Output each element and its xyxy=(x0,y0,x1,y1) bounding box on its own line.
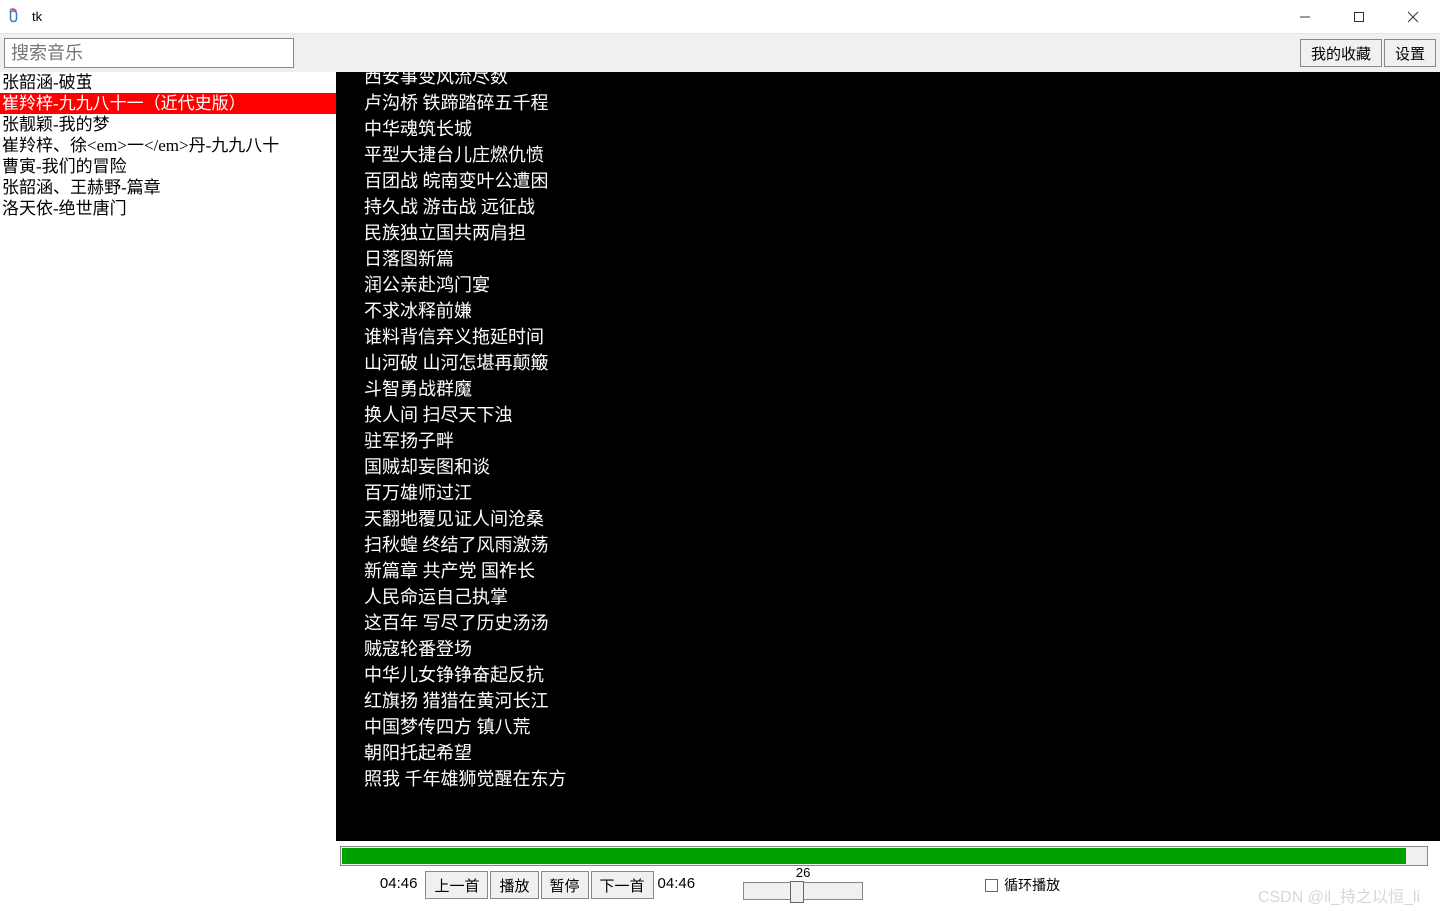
lyric-line: 朝阳托起希望 xyxy=(364,740,1440,766)
lyric-line: 中国梦传四方 镇八荒 xyxy=(364,714,1440,740)
lyric-line: 百万雄师过江 xyxy=(364,480,1440,506)
lyric-line: 中华魂筑长城 xyxy=(364,116,1440,142)
loop-label: 循环播放 xyxy=(1004,875,1060,895)
lyric-line: 百团战 皖南变叶公遭困 xyxy=(364,168,1440,194)
lyric-line: 平型大捷台儿庄燃仇愤 xyxy=(364,142,1440,168)
lyric-line: 红旗扬 猎猎在黄河长江 xyxy=(364,688,1440,714)
loop-checkbox[interactable]: 循环播放 xyxy=(985,875,1060,895)
list-item[interactable]: 洛天依-绝世唐门 xyxy=(0,198,336,219)
progress-row xyxy=(0,841,1440,867)
lyric-line: 扫秋蝗 终结了风雨激荡 xyxy=(364,532,1440,558)
lyrics-pane: 西安事变风流尽数卢沟桥 铁蹄踏碎五千程中华魂筑长城平型大捷台儿庄燃仇愤百团战 皖… xyxy=(336,72,1440,841)
lyric-line: 谁料背信弃义拖延时间 xyxy=(364,324,1440,350)
list-item[interactable]: 张韶涵-破茧 xyxy=(0,72,336,93)
lyric-line: 不求冰释前嫌 xyxy=(364,298,1440,324)
pause-button[interactable]: 暂停 xyxy=(541,871,589,899)
maximize-button[interactable] xyxy=(1332,0,1386,33)
total-time: 04:46 xyxy=(656,871,702,892)
play-button[interactable]: 播放 xyxy=(490,871,538,899)
list-item[interactable]: 崔羚梓-九九八十一（近代史版） xyxy=(0,93,336,114)
progress-bar[interactable] xyxy=(340,846,1428,866)
window-title: tk xyxy=(32,9,1278,24)
lyric-line: 人民命运自己执掌 xyxy=(364,584,1440,610)
list-item[interactable]: 崔羚梓、徐<em>一</em>丹-九九八十 xyxy=(0,135,336,156)
lyric-line: 换人间 扫尽天下浊 xyxy=(364,402,1440,428)
current-time: 04:46 xyxy=(380,871,424,892)
lyric-line: 国贼却妄图和谈 xyxy=(364,454,1440,480)
lyric-line: 持久战 游击战 远征战 xyxy=(364,194,1440,220)
lyric-line: 斗智勇战群魔 xyxy=(364,376,1440,402)
lyric-line: 卢沟桥 铁蹄踏碎五千程 xyxy=(364,90,1440,116)
minimize-button[interactable] xyxy=(1278,0,1332,33)
next-button[interactable]: 下一首 xyxy=(591,871,654,899)
lyric-line: 民族独立国共两肩担 xyxy=(364,220,1440,246)
favorites-button[interactable]: 我的收藏 xyxy=(1300,39,1382,67)
list-item[interactable]: 张韶涵、王赫野-篇章 xyxy=(0,177,336,198)
slider-value: 26 xyxy=(796,865,810,880)
progress-fill xyxy=(342,848,1406,864)
app-icon xyxy=(6,8,24,26)
lyric-line: 这百年 写尽了历史汤汤 xyxy=(364,610,1440,636)
lyric-line: 日落图新篇 xyxy=(364,246,1440,272)
lyric-line: 贼寇轮番登场 xyxy=(364,636,1440,662)
lyric-line: 润公亲赴鸿门宴 xyxy=(364,272,1440,298)
search-input[interactable] xyxy=(4,38,294,68)
list-item[interactable]: 曹寅-我们的冒险 xyxy=(0,156,336,177)
lyric-line: 西安事变风流尽数 xyxy=(364,72,1440,90)
volume-slider[interactable] xyxy=(743,882,863,900)
lyric-line: 照我 千年雄狮觉醒在东方 xyxy=(364,766,1440,792)
checkbox-box[interactable] xyxy=(985,879,998,892)
lyric-line: 山河破 山河怎堪再颠簸 xyxy=(364,350,1440,376)
close-button[interactable] xyxy=(1386,0,1440,33)
song-list[interactable]: 张韶涵-破茧崔羚梓-九九八十一（近代史版）张靓颖-我的梦崔羚梓、徐<em>一</… xyxy=(0,72,336,841)
toolbar: 我的收藏 设置 xyxy=(0,34,1440,72)
lyric-line: 新篇章 共产党 国祚长 xyxy=(364,558,1440,584)
prev-button[interactable]: 上一首 xyxy=(425,871,488,899)
lyric-line: 天翻地覆见证人间沧桑 xyxy=(364,506,1440,532)
list-item[interactable]: 张靓颖-我的梦 xyxy=(0,114,336,135)
slider-thumb[interactable] xyxy=(790,881,804,903)
titlebar: tk xyxy=(0,0,1440,34)
settings-button[interactable]: 设置 xyxy=(1384,39,1436,67)
lyric-line: 中华儿女铮铮奋起反抗 xyxy=(364,662,1440,688)
controls-row: 04:46 上一首 播放 暂停 下一首 04:46 26 循环播放 xyxy=(0,867,1440,915)
lyric-line: 驻军扬子畔 xyxy=(364,428,1440,454)
